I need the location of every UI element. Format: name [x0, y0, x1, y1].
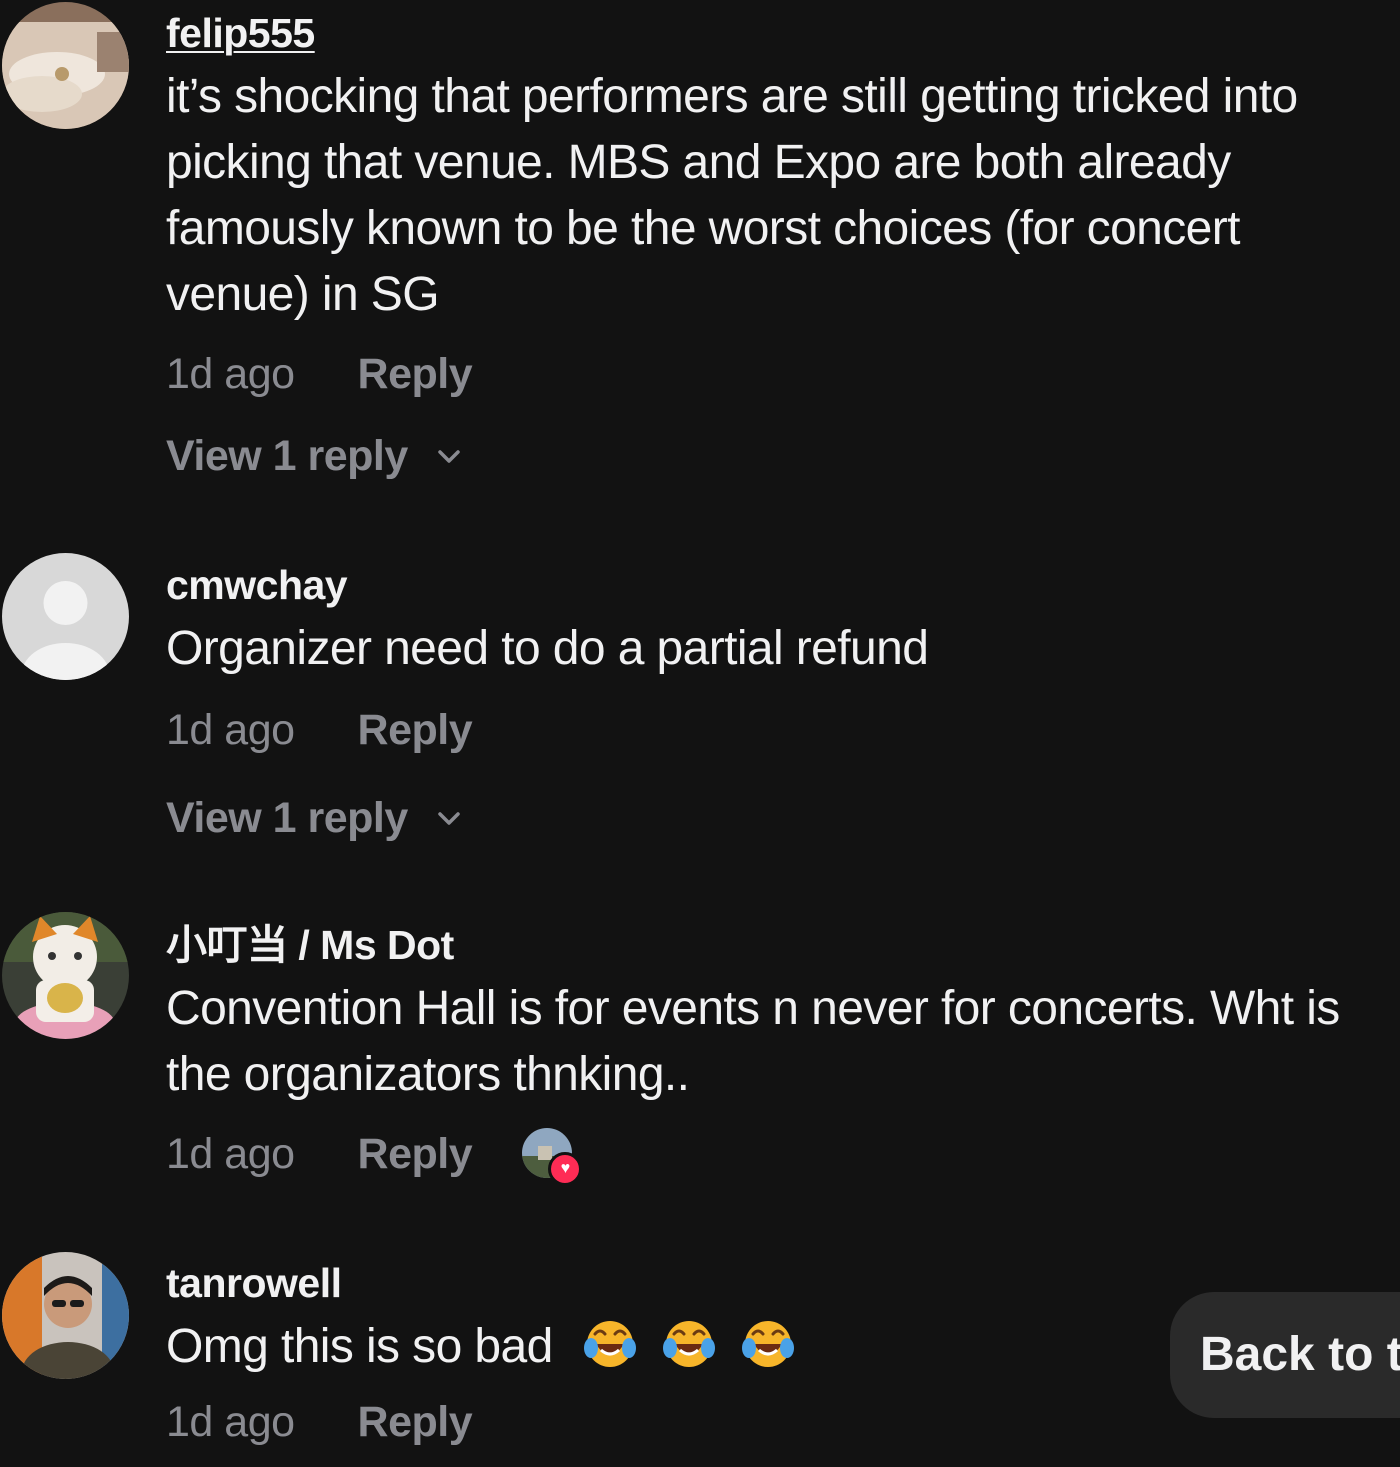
back-to-top-button[interactable]: Back to top: [1170, 1292, 1400, 1418]
view-replies-label: View 1 reply: [166, 793, 408, 842]
comment-username[interactable]: cmwchay: [166, 560, 348, 610]
user-avatar[interactable]: [2, 553, 129, 680]
comment-text: Convention Hall is for events n never fo…: [166, 982, 1340, 1101]
comment-meta: 1d ago Reply: [166, 344, 1386, 404]
reply-button[interactable]: Reply: [358, 706, 473, 755]
chevron-down-icon: [438, 450, 460, 463]
heart-icon: ♥: [548, 1152, 583, 1186]
comment-timestamp: 1d ago: [166, 705, 295, 754]
view-replies-button[interactable]: View 1 reply: [166, 788, 1386, 848]
comment-text: it’s shocking that performers are still …: [166, 70, 1298, 321]
comment-meta: 1d ago Reply ♥: [166, 1124, 1386, 1186]
comment-username[interactable]: felip555: [166, 8, 315, 58]
comment-meta: 1d ago Reply: [166, 700, 1386, 760]
default-user-icon: [2, 553, 129, 680]
user-avatar[interactable]: [2, 912, 129, 1039]
liked-by-creator-badge: ♥: [522, 1128, 583, 1186]
comment-timestamp: 1d ago: [166, 1397, 295, 1446]
face-with-tears-of-joy-icon: [663, 1321, 716, 1367]
user-avatar[interactable]: [2, 2, 129, 129]
comment-text-content: Omg this is so bad: [166, 1320, 553, 1373]
chevron-down-icon: [438, 812, 460, 825]
face-with-tears-of-joy-icon: [584, 1321, 637, 1367]
user-avatar[interactable]: [2, 1252, 129, 1379]
face-with-tears-of-joy-icon: [741, 1321, 794, 1367]
view-replies-label: View 1 reply: [166, 431, 408, 480]
comment-username[interactable]: 小叮当 / Ms Dot: [166, 920, 454, 970]
comment-username[interactable]: tanrowell: [166, 1258, 342, 1308]
reply-button[interactable]: Reply: [358, 350, 473, 399]
view-replies-button[interactable]: View 1 reply: [166, 426, 1386, 486]
avatar-image: [2, 1252, 129, 1379]
comment-timestamp: 1d ago: [166, 1129, 295, 1178]
avatar-image: [2, 2, 129, 129]
avatar-image: [2, 912, 129, 1039]
reply-button[interactable]: Reply: [358, 1130, 473, 1179]
reply-button[interactable]: Reply: [358, 1398, 473, 1447]
comment-timestamp: 1d ago: [166, 349, 295, 398]
comment-text: Organizer need to do a partial refund: [166, 622, 929, 675]
